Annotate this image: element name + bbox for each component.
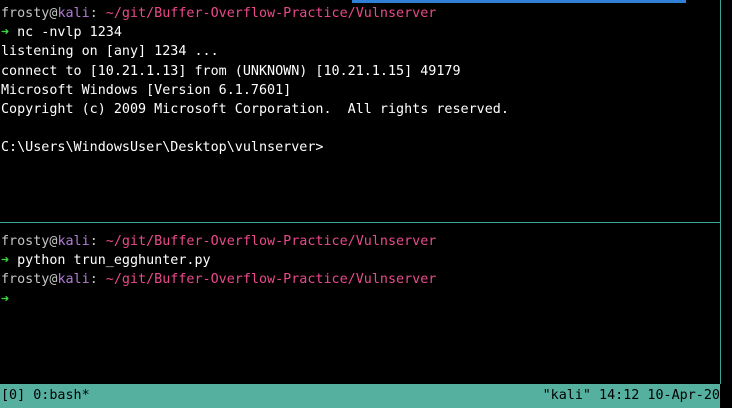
prompt-line: frosty@kali: ~/git/Buffer-Overflow-Pract… — [1, 4, 509, 23]
prompt-path: ~/git/Buffer-Overflow-Practice/Vulnserve… — [97, 234, 437, 249]
prompt-host: kali — [57, 6, 90, 21]
command-line: ➜ python trun_egghunter.py — [1, 251, 436, 270]
prompt-user: frosty — [1, 272, 50, 288]
prompt-host: kali — [57, 234, 90, 249]
windows-prompt: C:\Users\WindowsUser\Desktop\vulnserver> — [1, 140, 324, 156]
terminal-pane-bottom[interactable]: frosty@kali: ~/git/Buffer-Overflow-Pract… — [0, 224, 720, 384]
prompt-line: frosty@kali: ~/git/Buffer-Overflow-Pract… — [1, 232, 436, 251]
terminal-output: frosty@kali: ~/git/Buffer-Overflow-Pract… — [1, 4, 509, 158]
prompt-host: kali — [57, 272, 90, 288]
terminal-output: frosty@kali: ~/git/Buffer-Overflow-Pract… — [1, 232, 436, 309]
prompt-user: frosty — [1, 6, 50, 21]
terminal-pane-top[interactable]: frosty@kali: ~/git/Buffer-Overflow-Pract… — [0, 0, 720, 222]
command-line: ➜ nc -nvlp 1234 — [1, 23, 509, 42]
prompt-colon: : — [89, 272, 98, 288]
host-clock: "kali" 14:12 10-Apr-20 — [542, 388, 720, 403]
prompt-arrow-icon: ➜ — [1, 25, 10, 41]
prompt-arrow-icon: ➜ — [1, 291, 10, 307]
window-list[interactable]: [0] 0:bash* — [1, 384, 90, 408]
prompt-path: ~/git/Buffer-Overflow-Practice/Vulnserve… — [97, 6, 437, 21]
output-line: listening on [any] 1234 ... — [1, 44, 219, 60]
prompt-line: frosty@kali: ~/git/Buffer-Overflow-Pract… — [1, 270, 436, 289]
output-line: connect to [10.21.1.13] from (UNKNOWN) [… — [1, 63, 461, 79]
command-line[interactable]: ➜ — [1, 290, 436, 309]
command-text: python trun_egghunter.py — [9, 253, 211, 269]
prompt-colon: : — [89, 6, 98, 21]
prompt-user: frosty — [1, 234, 50, 249]
pane-divider-horizontal[interactable] — [0, 222, 720, 223]
output-line: Microsoft Windows [Version 6.1.7601] — [1, 82, 292, 98]
output-line: Copyright (c) 2009 Microsoft Corporation… — [1, 101, 509, 117]
prompt-arrow-icon: ➜ — [1, 253, 10, 269]
prompt-colon: : — [89, 234, 98, 249]
prompt-path: ~/git/Buffer-Overflow-Practice/Vulnserve… — [97, 272, 437, 288]
pane-divider-vertical[interactable] — [720, 0, 721, 384]
tmux-status-bar: [0] 0:bash* "kali" 14:12 10-Apr-20 — [0, 384, 720, 408]
command-text: nc -nvlp 1234 — [9, 25, 122, 41]
